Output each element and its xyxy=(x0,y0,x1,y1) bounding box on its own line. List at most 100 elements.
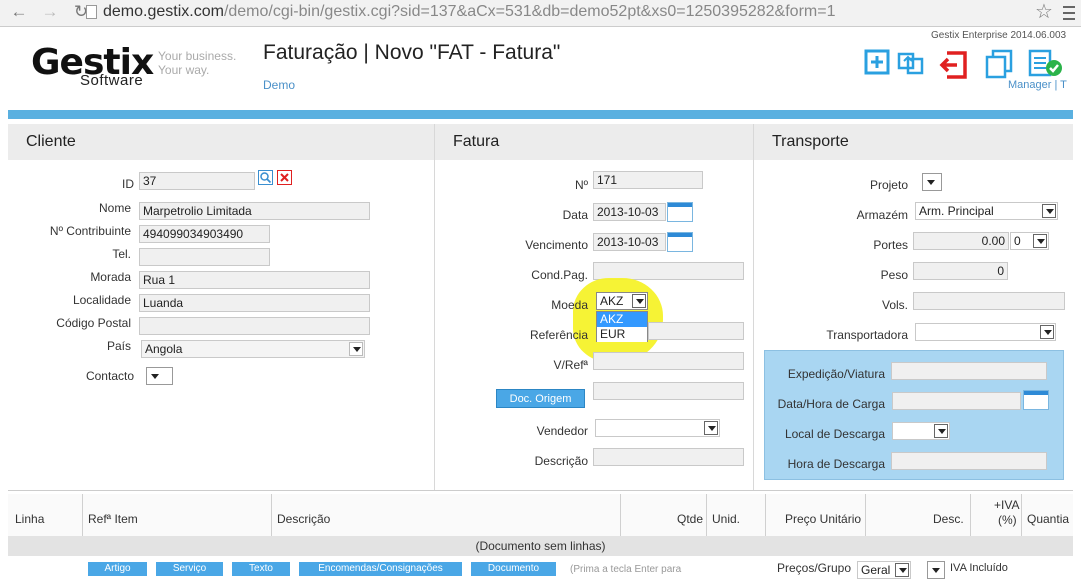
empty-grid-message: (Documento sem linhas) xyxy=(8,536,1073,556)
moeda-dropdown: AKZ EUR xyxy=(596,311,648,342)
url-host: demo.gestix.com xyxy=(103,3,224,20)
nif-input[interactable]: 494099034903490 xyxy=(139,225,270,243)
id-label: ID xyxy=(122,177,134,191)
chevron-down-icon xyxy=(934,424,948,438)
vref-input[interactable] xyxy=(593,352,744,370)
refresh-icon[interactable] xyxy=(896,48,926,78)
cliente-heading: Cliente xyxy=(8,124,434,160)
moeda-select[interactable]: AKZ xyxy=(596,292,648,310)
col-preco-unitario: Preço Unitário xyxy=(785,512,862,526)
chevron-down-icon xyxy=(1033,234,1047,248)
grid-header xyxy=(8,494,1073,536)
data-carga-label: Data/Hora de Carga xyxy=(777,397,885,411)
add-servico-button[interactable]: Serviço xyxy=(156,562,223,576)
transportadora-label: Transportadora xyxy=(826,328,908,342)
iva-incluido-checkbox[interactable] xyxy=(927,561,945,579)
col-quantia: Quantia xyxy=(1027,512,1070,526)
vols-input[interactable] xyxy=(913,292,1065,310)
search-icon[interactable] xyxy=(258,170,273,185)
cond-pag-label: Cond.Pag. xyxy=(531,268,588,282)
localidade-input[interactable]: Luanda xyxy=(139,294,370,312)
calendar-icon[interactable] xyxy=(1023,390,1049,410)
add-texto-button[interactable]: Texto xyxy=(232,562,290,576)
star-icon[interactable]: ☆ xyxy=(1031,0,1057,24)
tagline-line-1: Your business. xyxy=(158,49,237,63)
col-ref-item: Refª Item xyxy=(88,512,138,526)
hora-descarga-input[interactable] xyxy=(891,452,1047,470)
id-input[interactable]: 37 xyxy=(139,172,255,190)
new-icon[interactable] xyxy=(863,48,893,78)
transportadora-select[interactable] xyxy=(915,323,1056,341)
numero-input[interactable]: 171 xyxy=(593,171,703,189)
data-label: Data xyxy=(562,208,588,222)
add-encomendas-button[interactable]: Encomendas/Consignações xyxy=(299,562,462,576)
nome-label: Nome xyxy=(98,201,131,215)
col-separator xyxy=(82,494,83,536)
delete-icon[interactable] xyxy=(277,170,292,185)
codigo-postal-input[interactable] xyxy=(139,317,370,335)
col-linha: Linha xyxy=(15,512,45,526)
calendar-icon[interactable] xyxy=(667,202,693,222)
localidade-label: Localidade xyxy=(72,293,131,307)
peso-label: Peso xyxy=(880,268,908,282)
expedicao-input[interactable] xyxy=(891,362,1047,380)
chevron-down-icon xyxy=(1040,325,1054,339)
portes-label: Portes xyxy=(873,238,908,252)
expedicao-label: Expedição/Viatura xyxy=(787,367,885,381)
contacto-label: Contacto xyxy=(85,369,134,383)
portes-tax-select[interactable]: 0 xyxy=(1010,232,1049,250)
vencimento-input[interactable]: 2013-10-03 xyxy=(593,233,666,251)
codigo-postal-label: Código Postal xyxy=(56,316,131,330)
version-label: Gestix Enterprise 2014.06.003 xyxy=(931,30,1067,41)
referencia-label: Referência xyxy=(529,328,588,342)
morada-label: Morada xyxy=(90,270,131,284)
back-arrow-icon[interactable]: ← xyxy=(8,2,30,22)
pais-select[interactable]: Angola xyxy=(141,340,365,358)
menu-icon[interactable] xyxy=(1061,2,1077,22)
grid-top-border xyxy=(8,490,1073,491)
moeda-option[interactable]: AKZ xyxy=(597,312,647,327)
referencia-input[interactable] xyxy=(648,322,744,340)
doc-origem-button[interactable]: Doc. Origem xyxy=(496,389,585,408)
data-carga-input[interactable] xyxy=(892,392,1021,410)
nome-input[interactable]: Marpetrolio Limitada xyxy=(139,202,370,220)
vencimento-label: Vencimento xyxy=(525,238,588,252)
precos-grupo-value: Geral xyxy=(861,563,891,577)
company-link[interactable]: Demo xyxy=(263,78,295,92)
page-title: Faturação | Novo "FAT - Fatura" xyxy=(263,41,561,64)
armazem-select[interactable]: Arm. Principal xyxy=(915,202,1058,220)
morada-input[interactable]: Rua 1 xyxy=(139,271,370,289)
chevron-down-icon xyxy=(704,421,718,435)
iva-incluido-label: IVA Incluído xyxy=(950,562,1008,574)
add-documento-button[interactable]: Documento xyxy=(471,562,556,576)
exit-icon[interactable] xyxy=(937,48,967,79)
projeto-select[interactable] xyxy=(922,173,942,191)
panel-divider xyxy=(753,124,754,490)
chevron-down-icon xyxy=(632,294,646,308)
fatura-heading: Fatura xyxy=(435,124,753,160)
copy-icon[interactable] xyxy=(984,48,1014,79)
moeda-option[interactable]: EUR xyxy=(597,327,647,342)
tagline: Your business. Your way. xyxy=(158,49,236,77)
peso-input[interactable]: 0 xyxy=(913,262,1008,280)
portes-input[interactable]: 0.00 xyxy=(913,232,1009,250)
forward-arrow-icon[interactable]: → xyxy=(39,2,61,22)
validate-icon[interactable] xyxy=(1028,48,1062,78)
data-input[interactable]: 2013-10-03 xyxy=(593,203,666,221)
contacto-select[interactable] xyxy=(146,367,173,385)
moeda-label: Moeda xyxy=(551,298,588,312)
local-descarga-label: Local de Descarga xyxy=(784,427,885,441)
pais-label: País xyxy=(106,339,131,353)
descricao-input[interactable] xyxy=(593,448,744,466)
address-bar[interactable]: demo.gestix.com/demo/cgi-bin/gestix.cgi?… xyxy=(103,2,835,22)
add-artigo-button[interactable]: Artigo xyxy=(88,562,147,576)
tel-input[interactable] xyxy=(139,248,270,266)
local-descarga-select[interactable] xyxy=(892,422,950,440)
vendedor-select[interactable] xyxy=(595,419,720,437)
calendar-icon[interactable] xyxy=(667,232,693,252)
doc-origem-input[interactable] xyxy=(593,382,744,400)
precos-grupo-select[interactable]: Geral xyxy=(857,561,911,579)
vendedor-label: Vendedor xyxy=(536,424,588,438)
transporte-heading: Transporte xyxy=(754,124,1073,160)
col-separator xyxy=(271,494,272,536)
